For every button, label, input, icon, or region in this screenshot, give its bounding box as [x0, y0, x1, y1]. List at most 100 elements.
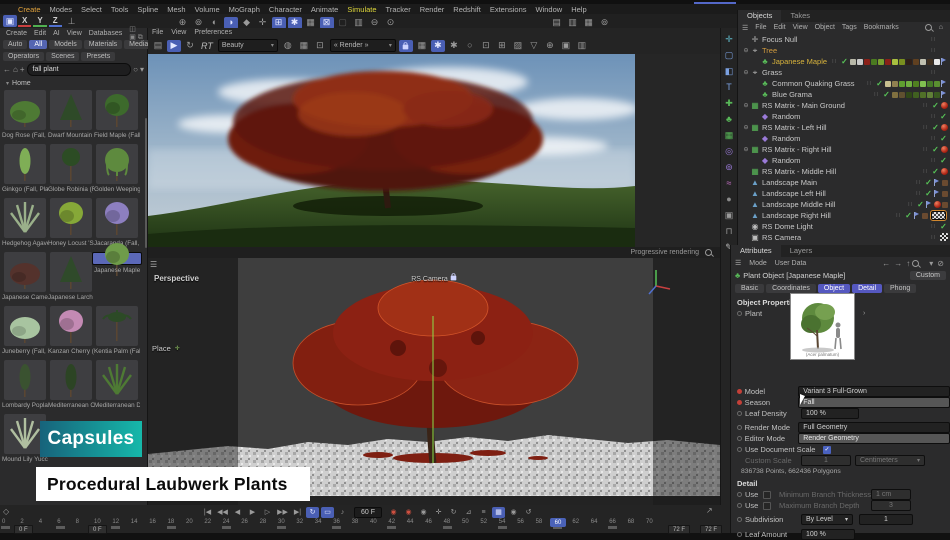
zoom-icon[interactable] [705, 249, 712, 256]
settings-icon[interactable]: ✱ [287, 16, 302, 29]
focus-icon[interactable]: ⊡ [479, 40, 493, 52]
timeline-expand-icon[interactable]: ◇ [3, 507, 9, 516]
redshift-material-icon[interactable] [941, 124, 948, 131]
camera-lock-icon[interactable] [450, 273, 457, 281]
visibility-dots[interactable]: ∷ [923, 124, 928, 131]
attr-tab-basic[interactable]: Basic [735, 284, 765, 293]
attr-tab-phong[interactable]: Phong [884, 284, 917, 293]
render-check-icon[interactable]: ✓ [931, 145, 940, 154]
material-tag[interactable] [934, 58, 940, 65]
visibility-dots[interactable]: ∷ [923, 102, 928, 109]
obj-menu-view[interactable]: View [793, 24, 808, 31]
obj-menu-tags[interactable]: Tags [842, 24, 857, 31]
render-picture-icon[interactable]: ▥ [566, 17, 580, 29]
grid-icon[interactable]: ▦ [297, 40, 311, 52]
visibility-dots[interactable]: ∷ [931, 157, 936, 164]
camera-link-icon[interactable] [939, 232, 948, 241]
breadcrumb[interactable]: Home [12, 80, 31, 87]
material-tag[interactable] [913, 58, 919, 65]
material-tag[interactable] [899, 80, 905, 87]
record-active-icon[interactable]: ↺ [522, 507, 535, 518]
menu-render[interactable]: Render [420, 5, 445, 14]
asset-thumbnail[interactable] [92, 242, 142, 276]
material-tag[interactable] [850, 58, 856, 65]
visibility-dots[interactable]: ∷ [923, 168, 928, 175]
target-flag-icon[interactable] [941, 58, 948, 65]
rv-menu-file[interactable]: File [152, 29, 163, 36]
refresh-icon[interactable]: ↻ [183, 40, 197, 52]
material-tag[interactable] [885, 58, 891, 65]
render-check-icon[interactable]: ✓ [939, 112, 948, 121]
objects-tab-objects[interactable]: Objects [738, 10, 782, 22]
save-icon[interactable]: ▽ [527, 40, 541, 52]
asset-thumbnail[interactable] [50, 306, 92, 346]
render-settings-icon[interactable]: ▦ [582, 17, 596, 29]
material-tag[interactable] [913, 91, 919, 98]
expand-icon[interactable]: ⊞ [495, 40, 509, 52]
object-row[interactable]: ▲ Landscape Right Hill ∷ ✓ [738, 210, 950, 221]
asset-item[interactable]: Honey Locust 'Sunbur… [48, 198, 94, 250]
visibility-dots[interactable]: ∷ [867, 80, 872, 87]
asset-thumbnail[interactable] [50, 360, 92, 400]
rv-menu-view[interactable]: View [171, 29, 186, 36]
visibility-dots[interactable]: ∷ [916, 190, 921, 197]
material-tag[interactable] [906, 80, 912, 87]
object-row[interactable]: ♣ Japanese Maple ∷ ✓ [738, 56, 950, 67]
plant-expand-arrow[interactable]: › [863, 310, 865, 317]
region-icon[interactable]: ○ [463, 40, 477, 52]
expand-icon[interactable]: ⊖ [742, 69, 750, 76]
material-tag[interactable] [934, 91, 940, 98]
use-document-scale-checkbox[interactable]: ✓ [823, 445, 831, 454]
ab-menu-view[interactable]: View [67, 30, 82, 37]
spline-icon[interactable]: ▢ [723, 48, 736, 62]
render-view-icon[interactable]: ▤ [550, 17, 564, 29]
asset-thumbnail[interactable] [96, 198, 138, 238]
snap-icon[interactable]: ✱ [430, 39, 445, 52]
render-check-icon[interactable]: ✓ [924, 178, 933, 187]
loop-icon[interactable]: ↻ [306, 506, 319, 518]
asset-thumbnail[interactable] [50, 90, 92, 130]
ab-tab-models[interactable]: Models [49, 39, 82, 49]
pos-key-icon[interactable]: ✛ [432, 507, 445, 518]
ab-menu-ai[interactable]: AI [53, 30, 60, 37]
material-tag[interactable] [857, 58, 863, 65]
ab-menu-edit[interactable]: Edit [34, 30, 46, 37]
material-tag[interactable] [864, 58, 870, 65]
snapshot-icon[interactable]: ▣ [559, 40, 573, 52]
objects-burger-icon[interactable]: ☰ [742, 24, 748, 32]
axis-x-button[interactable]: X [18, 16, 32, 27]
render-check-icon[interactable]: ✓ [840, 57, 849, 66]
visibility-dots[interactable]: ∷ [931, 223, 936, 230]
expand-icon[interactable]: ⊖ [742, 146, 750, 153]
move-tool-icon[interactable]: ⊕ [176, 17, 190, 29]
text-icon[interactable]: T [723, 80, 736, 94]
cloner-icon[interactable]: ✚ [723, 96, 736, 110]
render-check-icon[interactable]: ✓ [939, 156, 948, 165]
menu-extensions[interactable]: Extensions [490, 5, 527, 14]
record-obj-icon[interactable]: ◉ [507, 507, 520, 518]
asset-item[interactable]: Japanese Maple (Fall, … [92, 242, 142, 304]
axis-y-button[interactable]: Y [33, 16, 47, 27]
asset-thumbnail[interactable] [4, 198, 46, 238]
asset-item[interactable]: Globe Robinia (Fall, Pl… [48, 144, 94, 196]
attr-tab-object[interactable]: Object [817, 284, 851, 293]
visibility-dots[interactable]: ∷ [896, 212, 901, 219]
asset-item[interactable]: Japanese Camellia (Fal… [2, 252, 48, 304]
material-tag[interactable] [922, 212, 928, 219]
render-check-icon[interactable]: ✓ [924, 189, 933, 198]
up-arrow-icon[interactable]: ↑ [906, 259, 910, 268]
visibility-dots[interactable]: ∷ [931, 36, 936, 43]
subdivision-mode-select[interactable]: By Level ▾ [801, 514, 853, 525]
volume-mesher-icon[interactable]: ⊚ [723, 160, 736, 174]
target-flag-icon[interactable] [914, 212, 921, 219]
render-check-icon[interactable]: ✓ [939, 222, 948, 231]
add-icon[interactable]: ⊕ [543, 40, 557, 52]
camera-icon[interactable]: ▣ [723, 208, 736, 222]
asset-item[interactable]: Lombardy Poplar (Fall… [2, 360, 48, 412]
asset-item[interactable]: Field Maple (Fall, Plant) [94, 90, 140, 142]
target-flag-icon[interactable] [941, 91, 948, 98]
rotate-tool-icon[interactable]: ⊚ [192, 17, 206, 29]
material-tag[interactable] [892, 80, 898, 87]
undo-icon[interactable]: ▣ [3, 15, 17, 27]
obj-menu-object[interactable]: Object [815, 24, 835, 31]
